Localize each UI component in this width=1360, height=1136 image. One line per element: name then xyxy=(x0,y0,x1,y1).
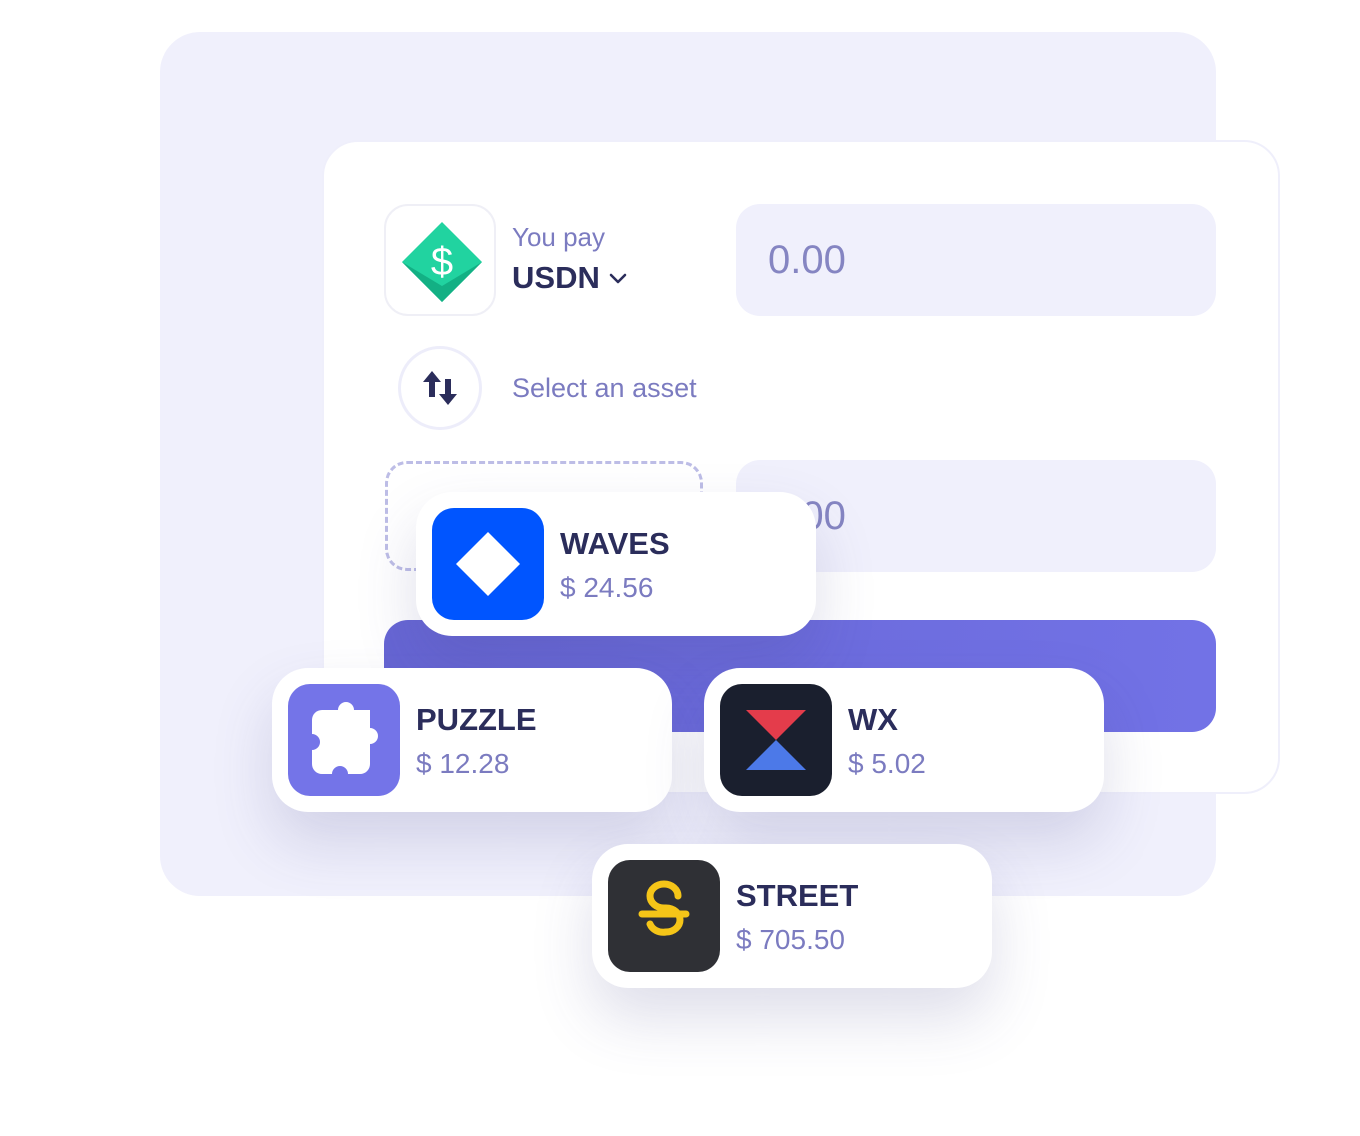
token-price: $ 705.50 xyxy=(736,924,845,955)
token-name: WX xyxy=(848,702,898,737)
pay-amount-input[interactable]: 0.00 xyxy=(736,204,1216,316)
token-name: STREET xyxy=(736,878,859,913)
token-card-wx[interactable]: WX $ 5.02 xyxy=(704,668,1104,812)
token-price: $ 12.28 xyxy=(416,748,510,779)
street-logo-icon xyxy=(608,860,720,972)
token-price: $ 24.56 xyxy=(560,572,654,603)
wx-logo-icon xyxy=(720,684,832,796)
pay-asset-button[interactable]: $ xyxy=(384,204,496,316)
chevron-down-icon xyxy=(609,273,627,284)
waves-logo-icon xyxy=(432,508,544,620)
you-pay-label: You pay xyxy=(512,222,606,252)
token-card-street[interactable]: STREET $ 705.50 xyxy=(592,844,992,988)
pay-amount-value: 0.00 xyxy=(768,238,846,282)
swap-direction-button[interactable] xyxy=(398,346,482,430)
token-name: WAVES xyxy=(560,526,670,561)
usdn-logo-icon: $ xyxy=(402,222,482,302)
swap-arrows-icon xyxy=(423,371,457,405)
token-card-puzzle[interactable]: PUZZLE $ 12.28 xyxy=(272,668,672,812)
select-asset-label: Select an asset xyxy=(512,373,697,403)
puzzle-logo-icon xyxy=(288,684,400,796)
pay-asset-selector[interactable]: USDN xyxy=(512,260,628,296)
pay-asset-name: USDN xyxy=(512,260,600,295)
token-name: PUZZLE xyxy=(416,702,537,737)
svg-text:$: $ xyxy=(431,240,453,284)
token-price: $ 5.02 xyxy=(848,748,926,779)
token-card-waves[interactable]: WAVES $ 24.56 xyxy=(416,492,816,636)
